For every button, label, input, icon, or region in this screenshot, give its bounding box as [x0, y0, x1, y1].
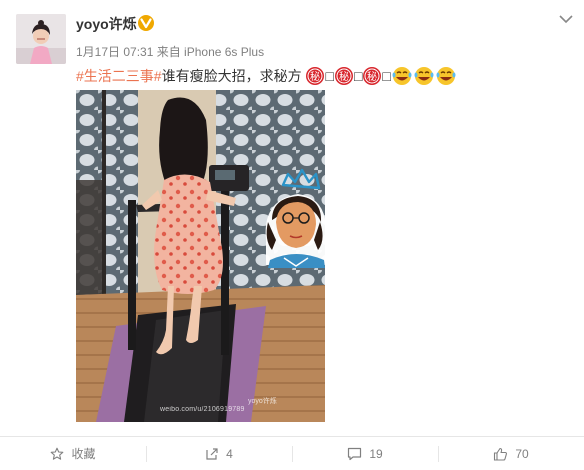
comment-icon — [348, 447, 362, 460]
laugh-emoji-icon — [435, 66, 457, 86]
like-button[interactable]: 70 — [438, 437, 584, 470]
mi-emoji-text: 秘 — [367, 70, 377, 83]
mi-emoji-icon: 秘 — [362, 66, 382, 86]
mi-emoji-icon: 秘 — [334, 66, 354, 86]
post-meta[interactable]: 1月17日 07:31 来自 iPhone 6s Plus — [76, 43, 264, 60]
username[interactable]: yoyo许烁 — [76, 14, 137, 34]
repost-icon — [206, 447, 218, 460]
box-char: □ — [382, 68, 391, 84]
laugh-emoji-icon — [391, 66, 413, 86]
vip-badge-icon — [138, 15, 154, 31]
topic-link[interactable]: #生活二三事# — [76, 68, 162, 84]
favorite-button[interactable]: 收藏 — [0, 437, 146, 470]
post-text: #生活二三事#谁有瘦脸大招，求秘方 秘 □ 秘 □ 秘 □ — [76, 66, 457, 86]
action-bar: 收藏 4 19 70 — [0, 437, 584, 470]
watermark-url: weibo.com/u/2106919789 — [160, 406, 245, 413]
weibo-post-card: yoyo许烁 1月17日 07:31 来自 iPhone 6s Plus #生活… — [0, 0, 584, 470]
box-char: □ — [353, 68, 363, 84]
comment-button[interactable]: 19 — [292, 437, 438, 470]
comment-count: 19 — [369, 446, 383, 461]
mi-emoji-text: 秘 — [310, 70, 320, 83]
post-photo[interactable] — [76, 90, 325, 422]
repost-button[interactable]: 4 — [146, 437, 292, 470]
watermark-username: yoyo许烁 — [248, 398, 277, 405]
chevron-down-icon[interactable] — [558, 12, 574, 26]
laugh-emoji-icon — [413, 66, 435, 86]
post-body-text: 谁有瘦脸大招，求秘方 — [161, 68, 302, 84]
mi-emoji-text: 秘 — [339, 70, 349, 83]
repost-count: 4 — [226, 446, 233, 461]
like-count: 70 — [515, 446, 529, 461]
favorite-label: 收藏 — [71, 447, 96, 461]
mi-emoji-icon: 秘 — [305, 66, 325, 86]
box-char: □ — [325, 68, 334, 84]
star-icon — [51, 447, 64, 460]
avatar[interactable] — [16, 14, 66, 64]
thumbs-up-icon — [494, 447, 508, 461]
